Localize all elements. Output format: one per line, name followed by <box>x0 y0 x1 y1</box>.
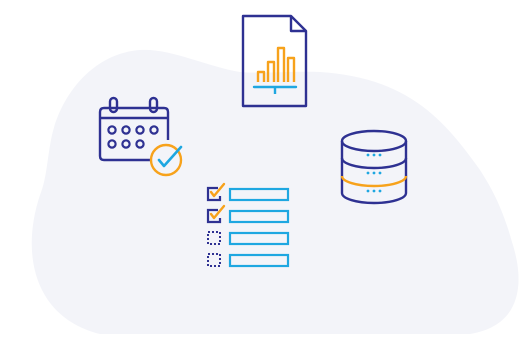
illustration-canvas <box>31 14 519 335</box>
check-badge <box>149 143 183 177</box>
